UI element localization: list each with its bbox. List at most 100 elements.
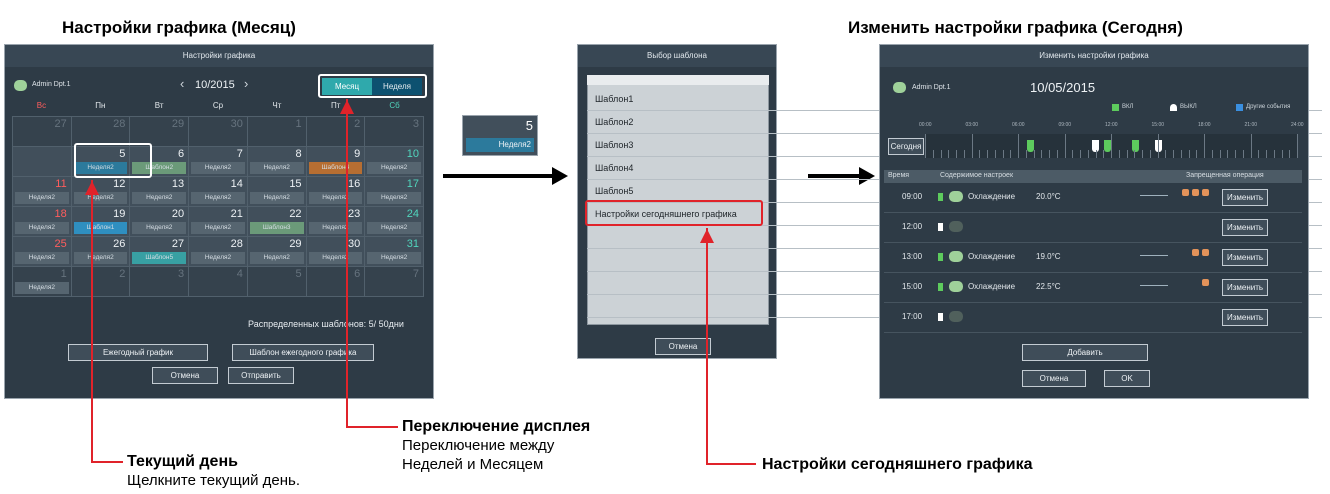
timeline-gridline [1258, 150, 1260, 158]
calendar-day-cell[interactable]: 16 Неделя2 [306, 177, 366, 207]
template-cancel-button[interactable]: Отмена [655, 338, 711, 355]
calendar-day-cell[interactable]: 25 Неделя2 [13, 237, 72, 267]
calendar-day-cell[interactable]: 9 Шаблон4 [306, 147, 366, 177]
change-button[interactable]: Изменить [1222, 279, 1268, 296]
day-number: 16 [348, 178, 361, 190]
calendar-day-cell[interactable]: 1 [247, 117, 307, 147]
timeline-marker[interactable] [1132, 140, 1139, 152]
month-label: 10/2015 [195, 79, 235, 91]
timeline-gridline [979, 150, 981, 158]
timeline-gridline [1235, 150, 1236, 158]
calendar-day-cell[interactable]: 30 Неделя2 [306, 237, 366, 267]
on-icon [938, 253, 943, 261]
day-number: 28 [230, 238, 243, 250]
calendar-day-cell[interactable]: 10 Неделя2 [365, 147, 424, 177]
add-button[interactable]: Добавить [1022, 344, 1148, 361]
calendar-day-cell[interactable]: 27 [13, 117, 72, 147]
fan-icon [1140, 285, 1168, 289]
timeline-gridline [987, 150, 988, 158]
yearly-template-button[interactable]: Шаблон ежегодного графика [232, 344, 374, 361]
change-button[interactable]: Изменить [1222, 309, 1268, 326]
calendar-day-cell[interactable]: 2 [306, 117, 366, 147]
timeline-gridline [940, 150, 942, 158]
calendar-day-cell[interactable]: 26 Неделя2 [71, 237, 131, 267]
timeline-gridline [1049, 150, 1050, 158]
calendar-day-cell[interactable]: 3 [130, 267, 190, 297]
calendar-day-cell[interactable]: 23 Неделя2 [306, 207, 366, 237]
off-icon [938, 313, 943, 321]
calendar-day-cell[interactable]: 31 Неделя2 [365, 237, 424, 267]
calendar-day-cell[interactable]: 8 Неделя2 [247, 147, 307, 177]
calendar-day-cell[interactable]: 15 Неделя2 [247, 177, 307, 207]
calendar-day-cell[interactable]: 4 [189, 267, 248, 297]
next-month-icon[interactable]: › [244, 76, 248, 91]
calendar-day-cell[interactable]: 27 Шаблон5 [130, 237, 190, 267]
day-number: 12 [113, 178, 126, 190]
row-temp: 20.0°C [1036, 192, 1061, 201]
timeline-marker[interactable] [1104, 140, 1111, 152]
callout-line-today [706, 228, 708, 465]
switch-note: Переключение дисплея Переключение между … [402, 417, 590, 474]
send-button[interactable]: Отправить [228, 367, 294, 384]
calendar-day-cell[interactable]: 17 Неделя2 [365, 177, 424, 207]
day-number: 31 [406, 238, 419, 250]
group-name: Admin Dpt.1 [912, 84, 951, 91]
timeline-gridline [925, 134, 926, 158]
prev-month-icon[interactable]: ‹ [180, 76, 184, 91]
calendar-day-cell[interactable]: 21 Неделя2 [189, 207, 248, 237]
weekday-0: Вс [36, 101, 47, 110]
calendar-day-cell[interactable]: 30 [189, 117, 248, 147]
time-ticks: 00:00 03:00 06:00 09:00 12:00 15:00 18:00 21:00… [919, 122, 1304, 132]
calendar-day-cell[interactable]: 1 Неделя2 [13, 267, 72, 297]
calendar-day-cell[interactable]: 29 Неделя2 [247, 237, 307, 267]
calendar-day-cell[interactable]: 7 Неделя2 [189, 147, 248, 177]
switch-note-desc2: Неделей и Месяцем [402, 456, 544, 473]
timeline-gridline [1134, 150, 1136, 158]
timeline-gridline [1219, 150, 1221, 158]
change-button[interactable]: Изменить [1222, 189, 1268, 206]
today-button[interactable]: Сегодня [888, 138, 924, 155]
calendar-day-cell[interactable]: 14 Неделя2 [189, 177, 248, 207]
calendar-day-cell[interactable]: 12 Неделя2 [71, 177, 131, 207]
timeline-gridline [948, 150, 950, 158]
calendar-day-cell[interactable]: 18 Неделя2 [13, 207, 72, 237]
ok-button[interactable]: OK [1104, 370, 1150, 387]
day-number: 5 [295, 268, 302, 280]
calendar-day-cell[interactable]: 6 [306, 267, 366, 297]
timeline-gridline [1196, 150, 1198, 158]
calendar-day-cell[interactable]: 3 [365, 117, 424, 147]
schedule-row: 13:00 Охлаждение 19.0°C Изменить [884, 243, 1302, 273]
calendar-day-cell[interactable]: 19 Шаблон1 [71, 207, 131, 237]
calendar-day-cell[interactable]: 20 Неделя2 [130, 207, 190, 237]
change-button[interactable]: Изменить [1222, 219, 1268, 236]
timeline-marker[interactable] [1155, 140, 1162, 152]
unit-icon [949, 311, 963, 322]
calendar-day-cell[interactable]: 7 [365, 267, 424, 297]
yearly-schedule-button[interactable]: Ежегодный график [68, 344, 208, 361]
calendar-day-cell[interactable]: 22 Шаблон3 [247, 207, 307, 237]
change-button[interactable]: Изменить [1222, 249, 1268, 266]
cancel-button[interactable]: Отмена [152, 367, 218, 384]
timeline-gridline [1111, 134, 1112, 158]
flow-arrow-1 [443, 174, 553, 178]
group-icon [14, 80, 27, 91]
timeline-gridline [1273, 150, 1275, 158]
calendar-day-cell[interactable]: 24 Неделя2 [365, 207, 424, 237]
callout-line-switch-h [346, 426, 398, 428]
day-template-label: Неделя2 [15, 192, 69, 204]
callout-arrowhead-today [700, 229, 714, 243]
calendar-day-cell[interactable] [13, 147, 72, 177]
calendar-day-cell[interactable]: 5 [247, 267, 307, 297]
day-template-label: Неделя2 [132, 192, 187, 204]
today-cancel-button[interactable]: Отмена [1022, 370, 1086, 387]
day-number: 11 [55, 178, 67, 190]
calendar-day-cell[interactable]: 2 [71, 267, 131, 297]
timeline-gridline [1103, 150, 1105, 158]
lock-icon [1202, 279, 1209, 286]
calendar-day-cell[interactable]: 13 Неделя2 [130, 177, 190, 207]
today-heading: Изменить настройки графика (Сегодня) [848, 18, 1183, 37]
group-icon [893, 82, 906, 93]
calendar-day-cell[interactable]: 11 Неделя2 [13, 177, 72, 207]
day-note-desc: Щелкните текущий день. [127, 472, 300, 489]
calendar-day-cell[interactable]: 28 Неделя2 [189, 237, 248, 267]
